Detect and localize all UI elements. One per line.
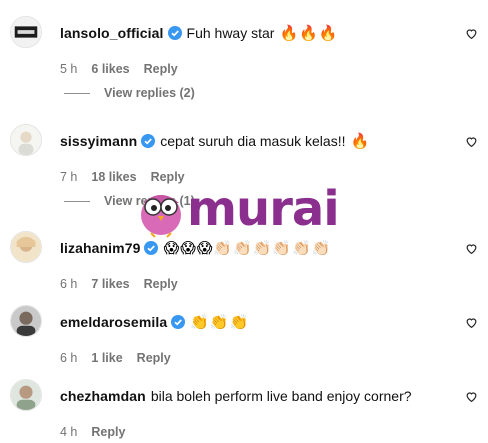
timestamp: 6 h (60, 277, 78, 291)
timestamp: 7 h (60, 170, 78, 184)
heart-icon[interactable] (465, 242, 478, 255)
comment-item: emeldarosemila 👏👏👏 6 h 1 like Reply (0, 305, 488, 365)
comment-text: cepat suruh dia masuk kelas!! (160, 133, 346, 149)
avatar-image (11, 17, 41, 47)
comment-item: chezhamdan bila boleh perform live band … (0, 379, 488, 439)
avatar-image (11, 125, 41, 155)
avatar[interactable] (10, 124, 42, 156)
heart-icon[interactable] (465, 316, 478, 329)
comment-meta: 4 h Reply (60, 425, 125, 439)
likes-count[interactable]: 18 likes (91, 170, 136, 184)
comment-text: bila boleh perform live band enjoy corne… (150, 388, 412, 404)
comment-emojis: 🔥 (350, 132, 371, 150)
heart-icon[interactable] (465, 27, 478, 40)
avatar[interactable] (10, 231, 42, 263)
watermark-logo: murai (135, 183, 345, 243)
verified-badge-icon (144, 241, 159, 255)
verified-badge-icon (141, 134, 156, 148)
heart-icon[interactable] (465, 135, 478, 148)
username[interactable]: chezhamdan (60, 388, 146, 404)
comment-text: Fuh hway star (186, 25, 275, 41)
likes-count[interactable]: 6 likes (91, 62, 129, 76)
verified-badge-icon (171, 315, 186, 329)
avatar[interactable] (10, 379, 42, 411)
bird-mascot-icon (141, 195, 181, 238)
comment-line: sissyimann cepat suruh dia masuk kelas!!… (60, 130, 370, 152)
avatar-image (11, 232, 41, 262)
timestamp: 4 h (60, 425, 78, 439)
reply-button[interactable]: Reply (137, 351, 171, 365)
comment-meta: 6 h 1 like Reply (60, 351, 171, 365)
avatar-image (11, 306, 41, 336)
timestamp: 5 h (60, 62, 78, 76)
heart-icon[interactable] (465, 390, 478, 403)
comment-line: emeldarosemila 👏👏👏 (60, 311, 249, 333)
comment-line: chezhamdan bila boleh perform live band … (60, 385, 412, 407)
reply-button[interactable]: Reply (144, 277, 178, 291)
view-replies-button[interactable]: View replies (2) (64, 86, 195, 100)
username[interactable]: lansolo_official (60, 25, 164, 41)
avatar-image (11, 380, 41, 410)
username[interactable]: sissyimann (60, 133, 137, 149)
likes-count[interactable]: 7 likes (91, 277, 129, 291)
comment-meta: 5 h 6 likes Reply (60, 62, 178, 76)
avatar[interactable] (10, 16, 42, 48)
divider-line (64, 200, 90, 202)
comment-item: sissyimann cepat suruh dia masuk kelas!!… (0, 124, 488, 184)
comment-emojis: 👏👏👏 (190, 313, 250, 331)
username[interactable]: lizahanim79 (60, 240, 140, 256)
comment-line: lansolo_official Fuh hway star 🔥🔥🔥 (60, 22, 338, 44)
username[interactable]: emeldarosemila (60, 314, 167, 330)
view-replies-label: View replies (2) (104, 86, 195, 100)
comment-meta: 6 h 7 likes Reply (60, 277, 178, 291)
verified-badge-icon (167, 26, 182, 40)
comment-item: lansolo_official Fuh hway star 🔥🔥🔥 5 h 6… (0, 16, 488, 76)
watermark-word: murai (187, 181, 340, 237)
reply-button[interactable]: Reply (151, 170, 185, 184)
likes-count[interactable]: 1 like (91, 351, 122, 365)
reply-button[interactable]: Reply (144, 62, 178, 76)
comment-emojis: 🔥🔥🔥 (279, 24, 339, 42)
timestamp: 6 h (60, 351, 78, 365)
comment-meta: 7 h 18 likes Reply (60, 170, 185, 184)
divider-line (64, 92, 90, 94)
reply-button[interactable]: Reply (91, 425, 125, 439)
avatar[interactable] (10, 305, 42, 337)
